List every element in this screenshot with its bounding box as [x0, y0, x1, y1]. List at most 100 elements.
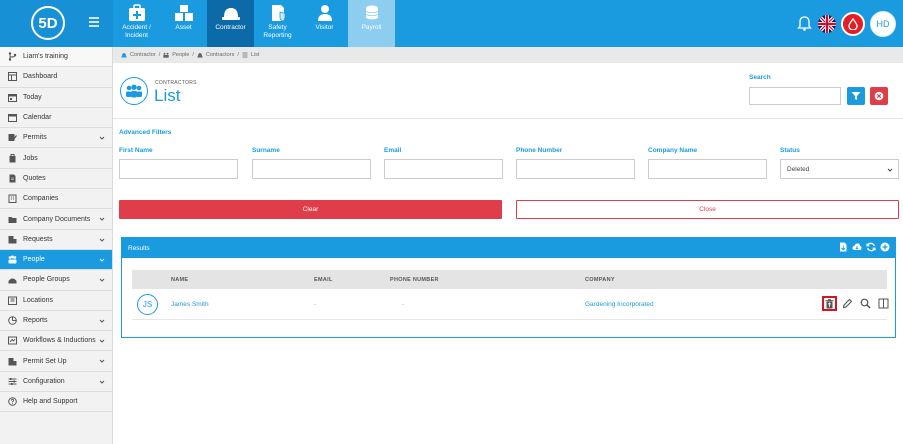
breadcrumb-item[interactable]: People	[172, 52, 189, 58]
sidebar-item-reports[interactable]: Reports	[0, 311, 112, 332]
document-icon	[9, 174, 16, 183]
alert-drop-button[interactable]	[841, 11, 865, 36]
column-header-phone-number[interactable]: PHONE NUMBER	[390, 277, 439, 283]
sidebar-item-locations[interactable]: Locations	[0, 291, 112, 311]
sidebar-item-help-and-support[interactable]: Help and Support	[0, 392, 112, 413]
workflow-icon	[8, 336, 17, 345]
sidebar-item-label: Requests	[23, 235, 53, 243]
surname-input[interactable]	[252, 159, 371, 179]
contractor-name-link[interactable]: James Smith	[171, 301, 209, 308]
search-label: Search	[749, 74, 771, 81]
sidebar-item-company-documents[interactable]: Company Documents	[0, 209, 112, 230]
search-input[interactable]	[749, 87, 841, 105]
branch-icon	[8, 52, 17, 61]
module-label: Contractor	[215, 24, 246, 31]
first-name-input[interactable]	[119, 159, 238, 179]
filter-button[interactable]	[847, 87, 865, 105]
uk-flag-icon[interactable]	[818, 14, 836, 33]
contractor-company-link[interactable]: Gardening Incorporated	[585, 301, 654, 308]
module-label: Visitor	[315, 24, 334, 31]
folder-icon	[8, 216, 17, 223]
sidebar-item-calendar[interactable]: Calendar	[0, 108, 112, 129]
sidebar-item-liams-training[interactable]: Liam's training	[0, 47, 112, 68]
export-document-icon[interactable]	[838, 242, 848, 252]
close-button[interactable]: Close	[516, 200, 899, 219]
header-divider	[113, 118, 903, 119]
dashboard-icon	[8, 72, 17, 82]
module-safety-reporting[interactable]: Safety Reporting	[254, 0, 301, 47]
company-name-input[interactable]	[648, 159, 767, 179]
drop-icon	[848, 17, 858, 30]
user-avatar[interactable]: HD	[870, 10, 896, 37]
sidebar-item-people[interactable]: People	[0, 249, 112, 271]
restore-button[interactable]	[822, 296, 837, 311]
reset-search-button[interactable]	[870, 87, 888, 105]
sidebar-item-label: Liam's training	[23, 53, 68, 61]
cloud-download-icon[interactable]	[852, 242, 862, 252]
module-visitor[interactable]: Visitor	[301, 0, 348, 47]
sidebar-item-permits[interactable]: Permits	[0, 128, 112, 149]
columns-button[interactable]	[876, 296, 891, 311]
group-icon	[8, 278, 17, 284]
view-button[interactable]	[858, 296, 873, 311]
calendar-icon	[8, 114, 17, 123]
people-icon	[126, 84, 142, 98]
column-header-company[interactable]: COMPANY	[585, 277, 615, 283]
module-payroll[interactable]: Payroll	[348, 0, 395, 47]
sidebar-item-dashboard[interactable]: Dashboard	[0, 67, 112, 88]
breadcrumb-item[interactable]: Contractor	[130, 52, 156, 58]
filter-icon	[851, 92, 861, 100]
chevron-down-icon	[99, 360, 105, 364]
brand-logo[interactable]: 5D	[31, 6, 65, 40]
sidebar-item-companies[interactable]: Companies	[0, 189, 112, 210]
status-select[interactable]: Deleted	[780, 159, 899, 179]
search-icon	[860, 298, 871, 309]
sidebar-item-label: Reports	[23, 317, 48, 324]
sidebar-item-quotes[interactable]: Quotes	[0, 169, 112, 190]
bell-icon[interactable]	[796, 15, 813, 32]
hamburger-menu-icon[interactable]	[89, 17, 99, 27]
chevron-down-icon	[887, 168, 893, 172]
sidebar-item-jobs[interactable]: Jobs	[0, 148, 112, 169]
chevron-down-icon	[99, 218, 105, 222]
top-right-actions: HD	[796, 0, 903, 47]
add-circle-icon[interactable]	[880, 242, 890, 252]
clear-button[interactable]: Clear	[119, 200, 502, 219]
email-input[interactable]	[384, 159, 503, 179]
chevron-down-icon	[99, 238, 105, 242]
permit-icon	[8, 134, 17, 142]
people-icon	[163, 52, 169, 58]
table-row[interactable]: JS James Smith - - Gardening Incorporate…	[132, 289, 889, 320]
sidebar-item-configuration[interactable]: Configuration	[0, 372, 112, 393]
column-header-email[interactable]: EMAIL	[314, 277, 333, 283]
module-label: Accident / Incident	[122, 24, 151, 39]
calendar-day-icon	[8, 93, 17, 102]
module-label: Payroll	[361, 24, 382, 31]
module-accident-incident[interactable]: Accident / Incident	[113, 0, 160, 47]
contractor-phone: -	[402, 301, 405, 308]
sidebar-item-people-groups[interactable]: People Groups	[0, 270, 112, 291]
refresh-icon[interactable]	[866, 242, 876, 252]
sidebar-item-today[interactable]: Today	[0, 88, 112, 108]
sidebar-item-workflows-inductions[interactable]: Workflows & Inductions	[0, 331, 112, 352]
sidebar-item-requests[interactable]: Requests	[0, 230, 112, 250]
module-contractor[interactable]: Contractor	[207, 0, 254, 47]
hard-hat-icon	[121, 53, 127, 58]
phone-number-input[interactable]	[516, 159, 635, 179]
row-actions	[822, 296, 891, 311]
sidebar-item-label: Calendar	[23, 114, 52, 122]
trash-restore-icon	[825, 298, 834, 308]
sidebar-item-permit-set-up[interactable]: Permit Set Up	[0, 351, 112, 372]
sidebar-item-label: Companies	[23, 195, 59, 203]
email-label: Email	[384, 147, 402, 154]
breadcrumb-item[interactable]: Contractors	[206, 52, 234, 58]
column-header-name[interactable]: NAME	[171, 277, 188, 283]
results-panel: Results NAME EMAIL PHONE NUMBER COMPANY …	[121, 237, 896, 338]
module-asset[interactable]: Asset	[160, 0, 207, 47]
table-header: NAME EMAIL PHONE NUMBER COMPANY	[132, 270, 887, 289]
page-title: List	[154, 86, 181, 105]
results-toolbar	[838, 242, 890, 252]
sliders-icon	[8, 377, 17, 385]
edit-button[interactable]	[840, 296, 855, 311]
module-nav: Accident / Incident Asset Contractor Saf…	[113, 0, 395, 47]
